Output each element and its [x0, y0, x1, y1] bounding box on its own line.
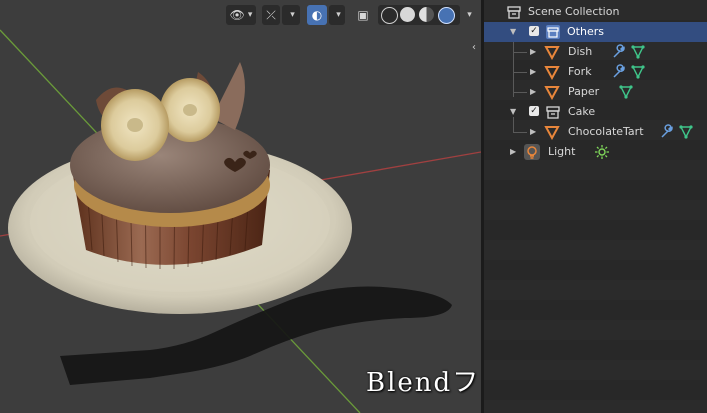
xray-toggle[interactable]: ▣: [354, 5, 372, 25]
disclosure-triangle-icon[interactable]: ▶: [510, 147, 516, 156]
outliner-label: Cake: [568, 105, 596, 118]
mesh-data-icon[interactable]: [618, 84, 634, 100]
shading-dropdown[interactable]: ▾: [461, 5, 475, 25]
solid-shading-icon[interactable]: [400, 7, 415, 22]
outliner-label: Scene Collection: [528, 5, 620, 18]
outliner-row-dish[interactable]: ▶ Dish: [484, 42, 707, 62]
mesh-object-icon: [544, 66, 560, 80]
view-object-types-button[interactable]: 👁 ▾: [226, 5, 256, 25]
light-object-icon: [524, 144, 540, 160]
overlays-button[interactable]: ◐: [307, 5, 327, 25]
disclosure-triangle-icon[interactable]: ▶: [530, 87, 536, 96]
disclosure-triangle-icon[interactable]: ▼: [510, 107, 516, 116]
wrench-icon[interactable]: [611, 44, 627, 60]
overlays-dropdown[interactable]: ▾: [329, 5, 345, 25]
mesh-object-icon: [544, 46, 560, 60]
outliner-row-light[interactable]: ▶ Light: [484, 142, 707, 162]
mesh-data-icon[interactable]: [630, 44, 646, 60]
gizmo-icon: ⤫: [266, 7, 276, 22]
chevron-down-icon: ▾: [247, 10, 253, 20]
scene-collection-icon: [507, 6, 521, 19]
material-preview-icon[interactable]: [419, 7, 434, 22]
mesh-data-icon[interactable]: [630, 64, 646, 80]
blender-window: 👁▾ ⤫ ▾ ◐ ▾ ▣ ▾ ‹ Blendファイルあります: [0, 0, 707, 413]
outliner-row-others[interactable]: ▼ ✓ Others: [484, 22, 707, 42]
eye-icon: 👁: [229, 8, 245, 22]
outliner-label: Others: [567, 25, 604, 38]
wrench-icon[interactable]: [611, 64, 627, 80]
mesh-object-icon: [544, 126, 560, 140]
outliner-label: Dish: [568, 45, 593, 58]
disclosure-triangle-icon[interactable]: ▶: [530, 47, 536, 56]
caption-text: Blendファイルあります: [366, 368, 481, 398]
disclosure-triangle-icon[interactable]: ▶: [530, 67, 536, 76]
exclude-checkbox[interactable]: ✓: [529, 106, 539, 116]
outliner-label: Fork: [568, 65, 592, 78]
exclude-checkbox[interactable]: ✓: [529, 26, 539, 36]
wireframe-shading-icon[interactable]: [381, 7, 398, 24]
disclosure-triangle-icon[interactable]: ▶: [530, 127, 536, 136]
gizmo-button[interactable]: ⤫: [262, 5, 280, 25]
outliner-label: ChocolateTart: [568, 125, 644, 138]
3d-viewport[interactable]: 👁▾ ⤫ ▾ ◐ ▾ ▣ ▾ ‹ Blendファイルあります: [0, 0, 481, 413]
mesh-data-icon[interactable]: [678, 124, 694, 140]
outliner-row-cake[interactable]: ▼ ✓ Cake: [484, 102, 707, 122]
chevron-down-icon: ▾: [290, 10, 295, 20]
scene-render: [0, 29, 481, 413]
light-data-icon[interactable]: [594, 144, 610, 160]
outliner-row-chocolatetart[interactable]: ▶ ChocolateTart: [484, 122, 707, 142]
disclosure-triangle-icon[interactable]: ▼: [510, 27, 516, 36]
xray-icon: ▣: [357, 8, 369, 22]
chevron-down-icon: ▾: [336, 10, 341, 20]
gizmo-dropdown[interactable]: ▾: [282, 5, 300, 25]
outliner-label: Light: [548, 145, 576, 158]
outliner-label: Paper: [568, 85, 600, 98]
collection-icon: [546, 25, 560, 39]
outliner-row-scene-collection[interactable]: Scene Collection: [484, 2, 707, 22]
mesh-object-icon: [544, 86, 560, 100]
outliner-panel: Scene Collection ▼ ✓ Others ▶ Dish ▶ For…: [484, 0, 707, 413]
overlays-icon: ◐: [311, 8, 323, 22]
collection-icon: [546, 106, 560, 119]
wrench-icon[interactable]: [659, 124, 675, 140]
outliner-row-paper[interactable]: ▶ Paper: [484, 82, 707, 102]
rendered-shading-icon[interactable]: [438, 7, 455, 24]
chevron-left-icon[interactable]: ‹: [472, 42, 476, 53]
outliner-row-fork[interactable]: ▶ Fork: [484, 62, 707, 82]
chevron-down-icon: ▾: [467, 10, 472, 20]
